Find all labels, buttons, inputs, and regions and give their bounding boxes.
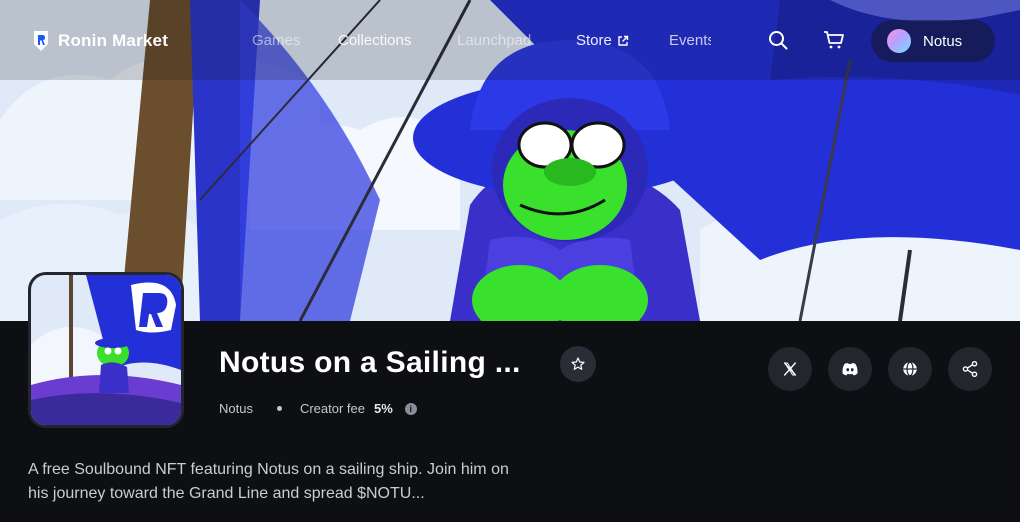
avatar: [887, 29, 911, 53]
collection-meta: Notus Creator fee 5% i: [219, 401, 417, 416]
creator-name[interactable]: Notus: [219, 401, 253, 416]
meta-separator: [276, 406, 282, 411]
cart-icon[interactable]: [822, 28, 846, 52]
collection-thumbnail-image: [31, 275, 181, 425]
star-icon: [571, 357, 585, 370]
search-icon[interactable]: [766, 28, 790, 52]
nav-item-games[interactable]: Games: [252, 32, 300, 49]
share-button[interactable]: [948, 347, 992, 391]
nav-item-store[interactable]: Store: [576, 32, 629, 49]
favorite-button[interactable]: [560, 346, 596, 382]
x-icon: [783, 362, 797, 376]
creator-fee-value: 5%: [374, 401, 393, 416]
collection-thumbnail: [28, 272, 184, 428]
ronin-shield-icon: [34, 31, 48, 51]
globe-icon: [903, 361, 917, 377]
top-nav: Ronin Market Games Collections Launchpad…: [0, 0, 1020, 82]
collection-title: Notus on a Sailing ...: [219, 346, 521, 379]
creator-fee-label: Creator fee: [299, 401, 366, 416]
x-twitter-button[interactable]: [768, 347, 812, 391]
nav-item-store-label: Store: [576, 32, 612, 49]
user-name: Notus: [923, 32, 963, 50]
user-menu-button[interactable]: Notus: [871, 20, 995, 62]
brand-name: Ronin Market: [58, 31, 169, 50]
share-icon: [962, 360, 978, 378]
collection-description: A free Soulbound NFT featuring Notus on …: [28, 461, 509, 502]
brand-logo[interactable]: Ronin Market: [32, 30, 168, 52]
discord-icon: [842, 363, 858, 376]
nav-item-launchpad[interactable]: Launchpad: [457, 32, 531, 49]
website-button[interactable]: [888, 347, 932, 391]
external-link-icon: [618, 35, 629, 46]
nav-item-collections[interactable]: Collections: [338, 32, 411, 49]
nav-item-events[interactable]: Events: [669, 32, 711, 49]
info-icon[interactable]: i: [404, 402, 417, 415]
discord-button[interactable]: [828, 347, 872, 391]
